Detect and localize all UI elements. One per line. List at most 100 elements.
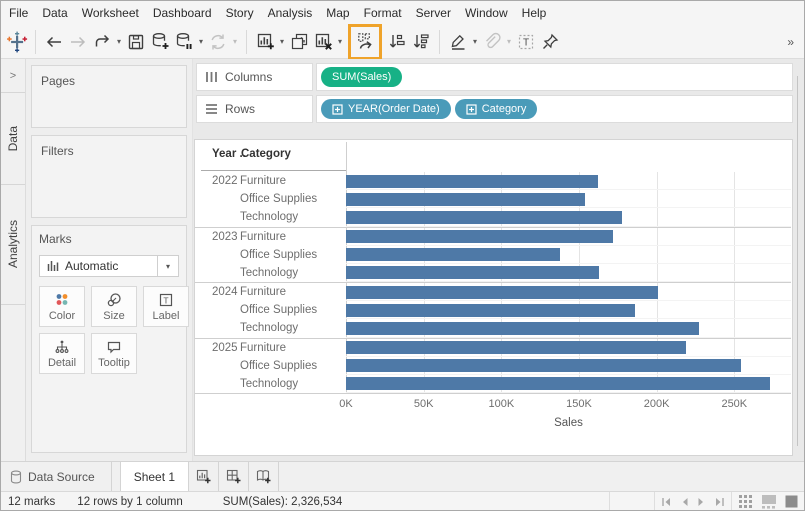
year-header-label[interactable]: 2023 [195,231,240,243]
category-header-label[interactable]: Office Supplies [240,249,346,261]
bar-mark[interactable] [346,286,658,299]
year-header-label[interactable]: 2024 [195,286,240,298]
chart-row: Office Supplies [195,301,791,319]
highlight-dropdown-caret[interactable]: ▾ [470,37,480,46]
expand-pane-button[interactable]: > [1,59,25,93]
toolbar-separator [246,30,247,54]
pill-category[interactable]: Category [455,99,538,119]
category-header-label[interactable]: Technology [240,267,346,279]
columns-pill-area[interactable]: SUM(Sales) [316,63,793,91]
highlight-button[interactable] [446,28,470,56]
toolbar-overflow-button[interactable]: » [787,35,800,49]
bar-mark[interactable] [346,211,622,224]
category-header-label[interactable]: Office Supplies [240,304,346,316]
bar-mark[interactable] [346,341,686,354]
new-worksheet-button[interactable] [253,28,277,56]
category-header-label[interactable]: Office Supplies [240,193,346,205]
tab-analytics[interactable]: Analytics [1,185,25,305]
mark-type-dropdown[interactable]: Automatic ▾ [39,255,179,277]
category-column-header[interactable]: Category [241,148,291,160]
menu-map[interactable]: Map [319,1,356,25]
x-axis[interactable]: 0K50K100K150K200K250K [346,398,791,411]
clear-sheet-dropdown-caret[interactable]: ▾ [335,37,345,46]
category-header-label[interactable]: Office Supplies [240,360,346,372]
rows-pill-area[interactable]: YEAR(Order Date) Category [316,95,793,123]
bar-mark[interactable] [346,322,699,335]
vertical-scrollbar[interactable] [797,76,798,446]
fix-axes-button[interactable] [538,28,562,56]
bar-mark[interactable] [346,193,585,206]
new-worksheet-tab-button[interactable] [189,462,219,491]
filmstrip-view-icon[interactable] [761,494,777,509]
new-worksheet-dropdown-caret[interactable]: ▾ [277,37,287,46]
plus-box-icon[interactable] [332,104,343,115]
swap-rows-and-columns-button[interactable] [353,28,377,56]
clear-sheet-button[interactable] [311,28,335,56]
columns-shelf[interactable]: Columns SUM(Sales) [196,63,793,91]
plus-box-icon[interactable] [466,104,477,115]
rows-shelf[interactable]: Rows YEAR(Order Date) Category [196,95,793,123]
menu-format[interactable]: Format [357,1,409,25]
filters-shelf[interactable]: Filters [31,135,187,218]
menu-server[interactable]: Server [409,1,458,25]
redo-button[interactable] [66,28,90,56]
tabs-view-icon[interactable] [785,495,798,508]
bar-mark[interactable] [346,359,741,372]
tab-sheet-1[interactable]: Sheet 1 [120,462,189,491]
replay-button[interactable] [90,28,114,56]
sheet-sorter-view-icon[interactable] [738,494,753,509]
menu-analysis[interactable]: Analysis [261,1,320,25]
rows-icon [205,103,218,115]
label-button[interactable]: T Label [143,286,189,327]
pill-year-order-date[interactable]: YEAR(Order Date) [321,99,451,119]
show-mark-labels-button[interactable]: T [514,28,538,56]
new-dashboard-tab-button[interactable] [219,462,249,491]
sort-descending-button[interactable] [409,28,433,56]
tab-data-source[interactable]: Data Source [1,462,112,491]
menu-dashboard[interactable]: Dashboard [146,1,219,25]
year-header-label[interactable]: 2022 [195,175,240,187]
bar-mark[interactable] [346,377,770,390]
pause-updates-dropdown-caret[interactable]: ▾ [196,37,206,46]
category-header-label[interactable]: Furniture [240,342,346,354]
menu-window[interactable]: Window [458,1,515,25]
duplicate-sheet-button[interactable] [287,28,311,56]
save-button[interactable] [124,28,148,56]
bar-mark[interactable] [346,175,598,188]
next-page-icon[interactable] [697,497,706,507]
bar-mark[interactable] [346,248,560,261]
category-header-label[interactable]: Technology [240,211,346,223]
category-header-label[interactable]: Furniture [240,286,346,298]
menu-help[interactable]: Help [515,1,554,25]
pages-shelf[interactable]: Pages [31,65,187,128]
year-header-label[interactable]: 2025 [195,342,240,354]
bar-mark[interactable] [346,266,599,279]
pill-sum-sales[interactable]: SUM(Sales) [321,67,402,87]
bar-mark[interactable] [346,304,635,317]
tab-data[interactable]: Data [1,93,25,185]
category-header-label[interactable]: Technology [240,378,346,390]
menu-worksheet[interactable]: Worksheet [75,1,146,25]
sort-ascending-button[interactable] [385,28,409,56]
undo-button[interactable] [42,28,66,56]
menu-file[interactable]: File [2,1,35,25]
size-button[interactable]: Size [91,286,137,327]
detail-button[interactable]: Detail [39,333,85,374]
new-data-source-button[interactable] [148,28,172,56]
pause-auto-updates-button[interactable] [172,28,196,56]
category-header-label[interactable]: Furniture [240,231,346,243]
category-header-label[interactable]: Furniture [240,175,346,187]
menu-data[interactable]: Data [35,1,74,25]
tooltip-button[interactable]: Tooltip [91,333,137,374]
color-button[interactable]: Color [39,286,85,327]
first-page-icon[interactable] [661,497,672,507]
previous-page-icon[interactable] [680,497,689,507]
bar-mark[interactable] [346,230,613,243]
new-story-tab-button[interactable] [249,462,279,491]
mark-type-caret[interactable]: ▾ [157,256,178,276]
category-header-label[interactable]: Technology [240,322,346,334]
replay-dropdown-caret[interactable]: ▾ [114,37,124,46]
size-circles-icon [106,292,122,308]
menu-story[interactable]: Story [219,1,261,25]
last-page-icon[interactable] [714,497,725,507]
